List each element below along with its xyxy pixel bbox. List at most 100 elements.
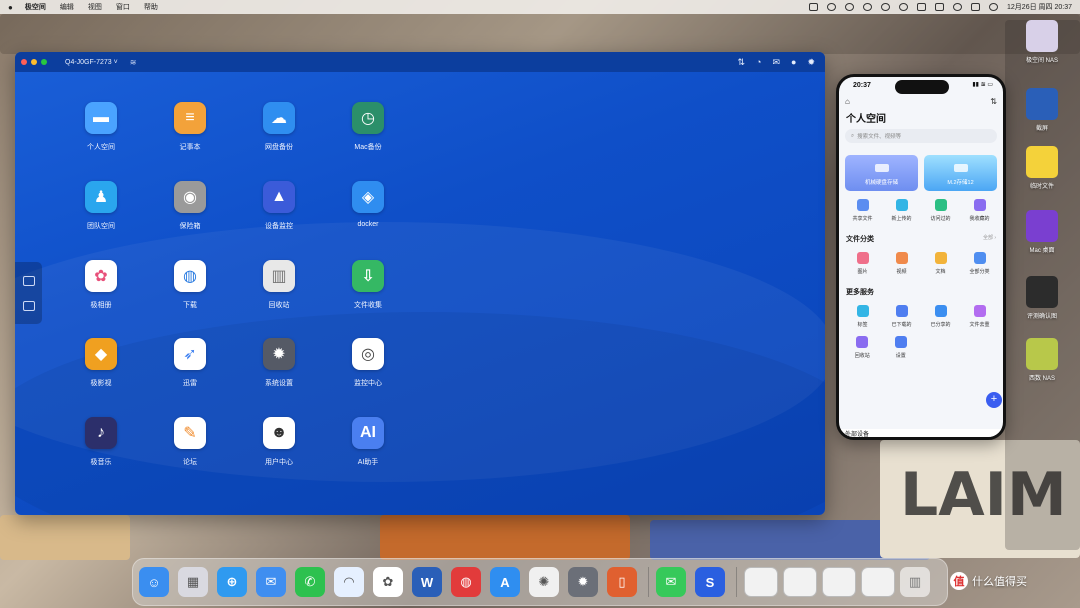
minimized-window-thumbnail[interactable] [783,567,817,597]
app-globe[interactable]: ◍ 下载 [150,260,230,310]
battery-icon[interactable] [935,3,945,11]
chatgpt-icon[interactable]: ✺ [529,567,559,597]
menu-view[interactable]: 视图 [88,2,102,12]
app-docker[interactable]: ◈ docker [328,181,408,228]
desktop-item[interactable]: Mac 桌面 [1012,210,1072,254]
word-icon[interactable]: W [412,567,442,597]
app-thunder[interactable]: ➶ 迅雷 [150,338,230,388]
add-button[interactable]: + [986,392,1002,408]
menu-help[interactable]: 帮助 [144,2,158,12]
category-all[interactable]: 全部分类 [960,252,999,275]
desktop-item[interactable]: 西数 NAS [1012,338,1072,382]
remote-icon[interactable]: S [695,567,725,597]
gear-icon[interactable]: ✹ [807,57,815,68]
app-photos[interactable]: ✿ 极相册 [61,260,141,310]
desktop-item[interactable]: 临时文件 [1012,146,1072,190]
app-user[interactable]: ☻ 用户中心 [239,417,319,467]
app-chat[interactable]: ✎ 论坛 [150,417,230,467]
menu-app-name[interactable]: 极空间 [25,2,46,12]
minimized-window-thumbnail[interactable] [861,567,895,597]
app-team-folder[interactable]: ♟ 团队空间 [61,181,141,231]
zoom-button[interactable] [41,59,47,65]
search-icon[interactable] [953,3,963,11]
app-trash[interactable]: ▥ 回收站 [239,260,319,310]
service-dedupe[interactable]: 文件去重 [960,305,999,328]
apple-icon[interactable]: ● [8,3,13,12]
system-settings-icon[interactable]: ✹ [568,567,598,597]
app-settings[interactable]: ✹ 系统设置 [239,338,319,388]
app-cloud-backup[interactable]: ☁ 网盘备份 [239,102,319,152]
storage-card-m2[interactable]: M.2存储12 [924,155,997,191]
wechat-status-icon[interactable] [827,3,837,11]
desktop-item[interactable]: 极空间 NAS [1012,20,1072,64]
menu-clock[interactable]: 12月26日 周四 20:37 [1007,2,1072,12]
quick-favorites[interactable]: 我收藏的 [960,199,999,222]
messages-icon[interactable]: ✉ [656,567,686,597]
home-icon[interactable]: ⌂ [845,97,850,106]
app-inbox[interactable]: ⇩ 文件收集 [328,260,408,310]
category-docs[interactable]: 文档 [921,252,960,275]
service-settings[interactable]: 设置 [882,336,921,359]
storage-card-hdd[interactable]: 机械硬盘存储 [845,155,918,191]
device-selector[interactable]: Q4-J0GF-7273 ˅ [65,59,118,66]
desktop-item[interactable]: 截屏 [1012,88,1072,132]
service-label: 已下载的 [891,322,912,328]
user-icon[interactable]: ● [791,57,796,67]
iphone-mirroring-icon[interactable]: ▯ [607,567,637,597]
service-downloaded[interactable]: 已下载的 [882,305,921,328]
status-app-icon[interactable] [809,3,819,11]
service-shared[interactable]: 已分享的 [921,305,960,328]
desktop-item[interactable]: 评测确认图 [1012,276,1072,320]
mail-icon[interactable]: ✉ [772,57,780,68]
trash-icon: ▥ [263,260,295,292]
storage-card-label: 机械硬盘存储 [864,180,898,186]
app-folder[interactable]: ▬ 个人空间 [61,102,141,152]
quick-shared[interactable]: 共享文件 [843,199,882,222]
grid-icon[interactable] [22,300,35,311]
history-icon[interactable] [863,3,873,11]
drive-icon[interactable] [22,275,35,286]
photos-icon[interactable]: ✿ [373,567,403,597]
transfer-icon[interactable]: ⇅ [737,57,745,68]
mail-icon[interactable]: ✉ [256,567,286,597]
launchpad-icon[interactable]: ▦ [178,567,208,597]
nas-app-icon[interactable]: ◠ [334,567,364,597]
app-ai[interactable]: AI AI助手 [328,417,408,467]
keyboard-icon[interactable] [917,3,927,11]
siri-icon[interactable] [989,3,999,11]
status-clock-icon[interactable] [845,3,855,11]
service-tags[interactable]: 标签 [843,305,882,328]
control-center-icon[interactable] [971,3,981,11]
close-button[interactable] [21,59,27,65]
app-camera[interactable]: ◎ 监控中心 [328,338,408,388]
minimize-button[interactable] [31,59,37,65]
speed-icon[interactable]: ◔ [756,57,761,67]
netease-music-icon[interactable]: ◍ [451,567,481,597]
app-notepad[interactable]: ≡ 记事本 [150,102,230,152]
app-monitor-chart[interactable]: ▲ 设备监控 [239,181,319,231]
category-images[interactable]: 图片 [843,252,882,275]
minimized-window-thumbnail[interactable] [822,567,856,597]
finder-icon[interactable]: ☺ [139,567,169,597]
section-more-link[interactable]: 全部 › [983,234,996,244]
quick-visited[interactable]: 访问过的 [921,199,960,222]
external-devices-bar[interactable]: 外部设备 [839,429,1003,437]
wechat-icon[interactable]: ✆ [295,567,325,597]
quick-uploaded[interactable]: 新上传的 [882,199,921,222]
menu-edit[interactable]: 编辑 [60,2,74,12]
app-film[interactable]: ◆ 极影视 [61,338,141,388]
play-icon[interactable] [881,3,891,11]
app-music[interactable]: ♪ 极音乐 [61,417,141,467]
minimized-window-thumbnail[interactable] [744,567,778,597]
phone-search-input[interactable]: ⌕ 搜索文件、视频等 [845,129,997,143]
app-store-icon[interactable]: A [490,567,520,597]
service-trash[interactable]: 回收站 [843,336,882,359]
wifi-icon[interactable] [899,3,909,11]
app-safe[interactable]: ◉ 保险箱 [150,181,230,231]
app-time-machine[interactable]: ◷ Mac备份 [328,102,408,152]
category-videos[interactable]: 视频 [882,252,921,275]
sort-icon[interactable]: ⇅ [990,97,997,106]
trash-icon[interactable]: ▥ [900,567,930,597]
menu-window[interactable]: 窗口 [116,2,130,12]
safari-icon[interactable]: ⊕ [217,567,247,597]
